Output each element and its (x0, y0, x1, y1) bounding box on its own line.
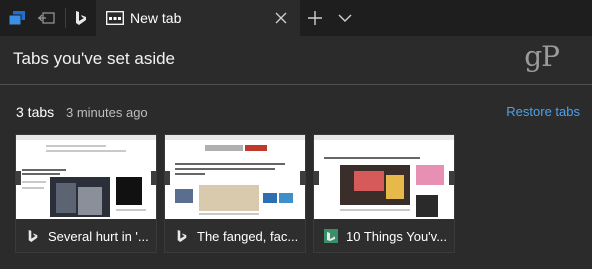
tab-thumbnail (16, 135, 156, 219)
close-icon (275, 12, 287, 24)
card-footer: The fanged, fac... (165, 219, 305, 252)
card-favicon (25, 228, 41, 244)
tab-thumbnail (165, 135, 305, 219)
group-count: 3 tabs (16, 104, 55, 120)
card-title: 10 Things You'v... (346, 229, 448, 244)
card-footer: 10 Things You'v... (314, 219, 454, 252)
tab-strip: New tab (0, 0, 592, 36)
tabs-aside-icon (8, 11, 25, 26)
chevron-down-icon (338, 14, 352, 22)
panel-title: Tabs you've set aside (13, 49, 176, 68)
card-favicon (323, 228, 339, 244)
set-aside-icon (38, 12, 55, 24)
aside-tab-card[interactable]: Several hurt in '... (15, 134, 157, 253)
set-tabs-aside-button[interactable] (31, 0, 61, 36)
tabs-aside-button[interactable] (2, 0, 32, 36)
tab-preview-toggle[interactable] (330, 0, 360, 36)
site-favicon-icon (324, 229, 338, 243)
bing-favicon-icon (177, 230, 187, 242)
aside-tab-card[interactable]: 10 Things You'v... (313, 134, 455, 253)
bing-favicon-icon (28, 230, 38, 242)
scroll-left-arrow[interactable] (314, 171, 319, 185)
brand-logo: gP (524, 40, 560, 73)
restore-tabs-link[interactable]: Restore tabs (506, 104, 580, 119)
pinned-tab[interactable] (66, 0, 96, 36)
bing-icon (76, 11, 86, 25)
tab-thumbnail (314, 135, 454, 219)
group-timestamp: 3 minutes ago (66, 105, 148, 120)
card-title: Several hurt in '... (48, 229, 149, 244)
tab-title: New tab (130, 10, 182, 26)
scroll-right-arrow[interactable] (300, 171, 305, 185)
scroll-right-arrow[interactable] (449, 171, 454, 185)
new-tab-page-icon (106, 11, 124, 25)
aside-panel-header: Tabs you've set aside gP (0, 36, 592, 85)
plus-icon (308, 11, 322, 25)
scroll-right-arrow[interactable] (151, 171, 156, 185)
card-favicon (174, 228, 190, 244)
card-title: The fanged, fac... (197, 229, 299, 244)
tab-new-tab[interactable]: New tab (96, 0, 300, 36)
tab-group-header: 3 tabs 3 minutes ago Restore tabs (0, 98, 592, 126)
close-tab-button[interactable] (270, 7, 292, 29)
scroll-left-arrow[interactable] (165, 171, 170, 185)
card-footer: Several hurt in '... (16, 219, 156, 252)
new-tab-button[interactable] (300, 0, 330, 36)
aside-tab-card[interactable]: The fanged, fac... (164, 134, 306, 253)
scroll-left-arrow[interactable] (16, 171, 21, 185)
